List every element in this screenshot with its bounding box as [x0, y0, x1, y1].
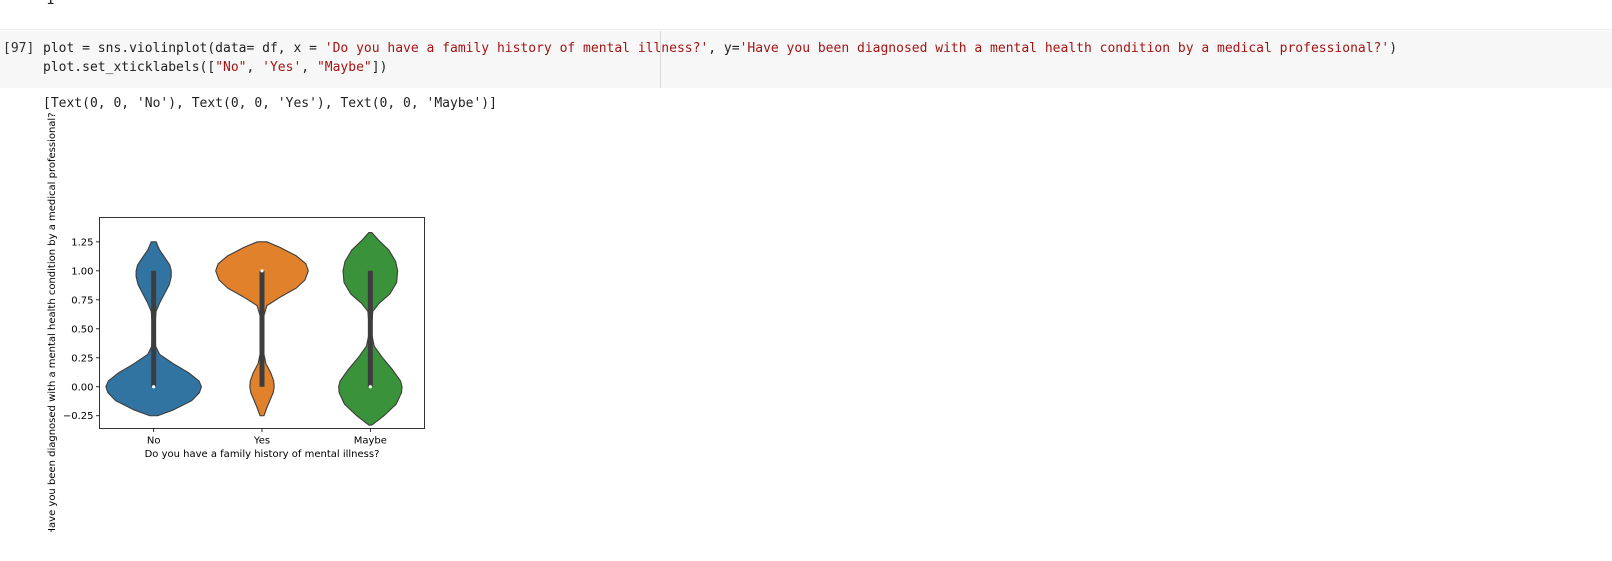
- code-token: plot.set_xticklabels([: [43, 60, 216, 75]
- code-token: , y=: [708, 41, 740, 56]
- median-marker-no: [152, 385, 156, 389]
- code-string-token: 'Yes': [262, 60, 302, 75]
- code-token: plot = sns.violinplot(data= df, x =: [43, 41, 325, 56]
- code-token: ]): [371, 60, 388, 75]
- y-tick-label: 0.75: [71, 295, 93, 306]
- x-axis-ticks: No Yes Maybe: [147, 428, 387, 447]
- code-string-token: 'Have you been diagnosed with a mental h…: [739, 41, 1390, 56]
- previous-output-text: 1: [46, 0, 55, 8]
- y-axis-ticks: −0.25 0.00 0.25 0.50 0.75 1.00 1.25: [63, 237, 100, 422]
- violin-plot-figure: −0.25 0.00 0.25 0.50 0.75 1.00 1.25 No Yes Maybe…: [47, 112, 425, 532]
- code-line-1[interactable]: plot = sns.violinplot(data= df, x = 'Do …: [43, 41, 1397, 56]
- cell-output-text: [Text(0, 0, 'No'), Text(0, 0, 'Yes'), Te…: [43, 96, 497, 111]
- code-string-token: "Maybe": [316, 60, 372, 75]
- y-tick-label: 1.00: [71, 266, 93, 277]
- text-cursor: [660, 31, 661, 88]
- y-axis-label: Have you been diagnosed with a mental he…: [47, 112, 58, 532]
- code-string-token: "No": [215, 60, 247, 75]
- y-tick-label: 0.00: [71, 382, 93, 393]
- y-tick-label: −0.25: [63, 411, 94, 422]
- x-tick-label: Maybe: [354, 436, 387, 447]
- code-token: ,: [301, 60, 317, 75]
- x-tick-label: Yes: [253, 436, 270, 447]
- y-tick-label: 0.25: [71, 353, 93, 364]
- x-tick-label: No: [147, 436, 161, 447]
- median-marker-yes: [260, 269, 264, 273]
- iqr-box-maybe: [367, 270, 373, 387]
- y-tick-label: 0.50: [71, 324, 93, 335]
- code-token: ): [1389, 41, 1398, 56]
- code-token: ,: [246, 60, 263, 75]
- code-cell[interactable]: [97] plot = sns.violinplot(data= df, x =…: [0, 31, 1612, 88]
- y-tick-label: 1.25: [71, 237, 93, 248]
- iqr-box-yes: [259, 270, 265, 387]
- x-axis-label: Do you have a family history of mental i…: [145, 449, 380, 460]
- code-string-token: 'Do you have a family history of mental …: [324, 41, 709, 56]
- median-marker-maybe: [368, 385, 372, 389]
- cell-divider: [0, 29, 1612, 30]
- execution-count: [97]: [3, 41, 35, 56]
- violins: [105, 232, 403, 426]
- code-line-2[interactable]: plot.set_xticklabels(["No", 'Yes', "Mayb…: [43, 60, 387, 75]
- iqr-box-no: [151, 270, 157, 387]
